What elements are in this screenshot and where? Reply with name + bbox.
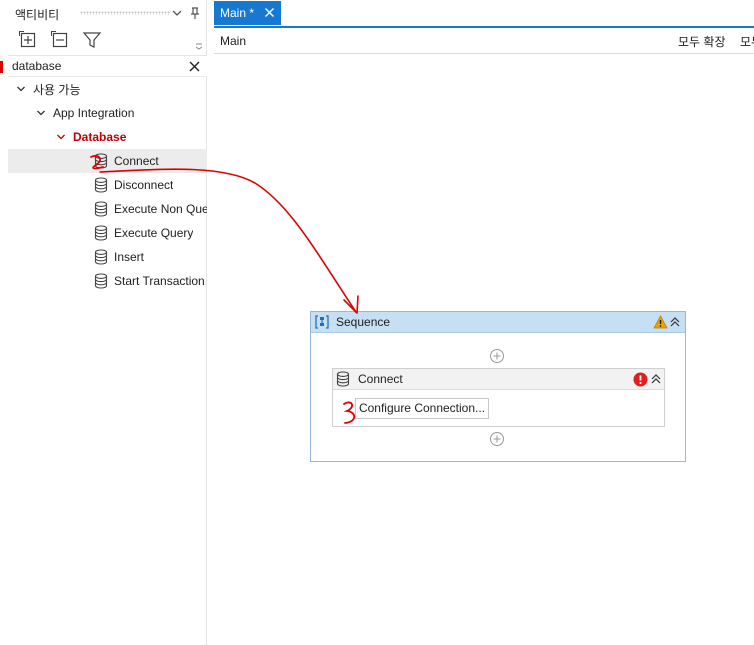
sequence-title: Sequence [336,315,391,329]
error-icon[interactable] [633,372,648,387]
tree-node-app-integration[interactable]: App Integration [8,101,207,125]
database-icon [94,153,108,169]
document-tab-strip: Main * [214,0,754,26]
annotation-marker [0,61,3,73]
filter-icon[interactable] [82,30,102,50]
collapse-icon[interactable] [669,316,681,328]
activity-item-disconnect[interactable]: Disconnect [8,173,207,197]
panel-drag-grip[interactable] [80,11,170,15]
plus-square-icon[interactable] [18,30,38,50]
tree-node-database[interactable]: Database [8,125,207,149]
warning-icon[interactable] [653,315,668,329]
activity-item-execute-query[interactable]: Execute Query [8,221,207,245]
connect-activity-header[interactable]: Connect [333,369,664,390]
connect-activity-title: Connect [358,372,403,386]
activities-panel: 액티비티 사용 가능 [8,0,207,645]
close-icon[interactable] [264,7,275,18]
database-icon [94,201,108,217]
activity-item-label: Start Transaction [114,274,205,288]
tab-main[interactable]: Main * [214,1,281,25]
activity-item-label: Disconnect [114,178,174,192]
database-icon [94,249,108,265]
collapse-icon[interactable] [650,373,662,385]
activities-panel-title: 액티비티 [15,8,60,22]
activity-item-execute-non-query[interactable]: Execute Non Query [8,197,207,221]
activity-search-box [8,55,207,77]
chevron-down-icon[interactable] [36,108,46,118]
activity-item-label: Execute Non Query [114,202,207,216]
collapse-all-link[interactable]: 모두 축소 [740,33,754,50]
activity-item-insert[interactable]: Insert [8,245,207,269]
database-icon [336,371,350,387]
tab-main-label: Main * [220,6,255,20]
pin-icon[interactable] [189,6,201,20]
database-icon [94,225,108,241]
activity-item-start-transaction[interactable]: Start Transaction [8,269,207,293]
tree-node-available[interactable]: 사용 가능 [8,77,207,101]
chevron-down-icon[interactable] [171,6,183,20]
database-icon [94,273,108,289]
sequence-icon [315,315,329,329]
sequence-activity[interactable]: Sequence Connect Configure Connection... [310,311,686,462]
activities-panel-header: 액티비티 [8,0,207,26]
connect-activity-card[interactable]: Connect Configure Connection... [332,368,665,427]
tree-node-label: Database [73,130,127,144]
activity-search-input[interactable] [10,57,180,75]
activity-item-label: Connect [114,154,159,168]
tree-node-label: 사용 가능 [33,82,81,97]
chevron-down-icon[interactable] [56,132,66,142]
database-icon [94,177,108,193]
clear-search-icon[interactable] [188,60,201,73]
configure-connection-button[interactable]: Configure Connection... [355,398,489,419]
expand-all-link[interactable]: 모두 확장 [678,33,726,50]
designer-breadcrumb-bar: Main 모두 확장 모두 축소 [214,28,754,54]
tree-node-label: App Integration [53,106,135,120]
minus-square-icon[interactable] [50,30,70,50]
activity-item-label: Execute Query [114,226,194,240]
activity-item-label: Insert [114,250,145,264]
breadcrumb[interactable]: Main [220,34,246,48]
activity-item-connect[interactable]: Connect [8,149,207,173]
more-options-icon[interactable] [194,41,204,51]
add-circle-icon[interactable] [489,431,505,447]
sequence-header[interactable]: Sequence [311,312,685,333]
chevron-down-icon[interactable] [16,84,26,94]
add-circle-icon[interactable] [489,348,505,364]
